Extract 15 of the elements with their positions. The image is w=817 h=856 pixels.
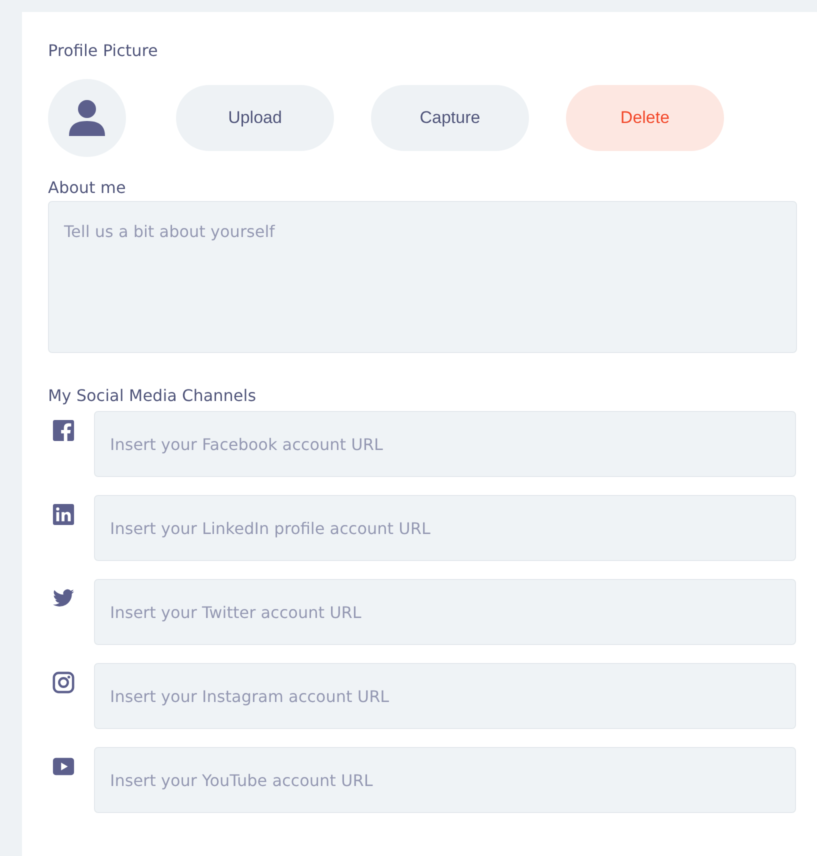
url-input-field[interactable]: Insert your Facebook account URL [94, 411, 796, 477]
url-input-field[interactable]: Insert your YouTube account URL [94, 747, 796, 813]
url-input-field[interactable]: Insert your Instagram account URL [94, 663, 796, 729]
field-label: About me [48, 177, 127, 199]
facebook-icon [52, 419, 75, 442]
url-input-field[interactable]: Insert your Twitter account URL [94, 579, 796, 645]
section-label: My Social Media Channels [48, 385, 258, 407]
section-label: Profile Picture [48, 40, 159, 62]
youtube-icon [52, 755, 75, 778]
instagram-icon [52, 671, 75, 694]
url-input-field[interactable]: Insert your LinkedIn profile account URL [94, 495, 796, 561]
photo-action-button[interactable]: Capture [371, 85, 529, 151]
photo-action-button[interactable]: Upload [176, 85, 334, 151]
about-me-field[interactable]: Tell us a bit about yourself [48, 201, 797, 353]
linkedin-icon [52, 503, 75, 526]
